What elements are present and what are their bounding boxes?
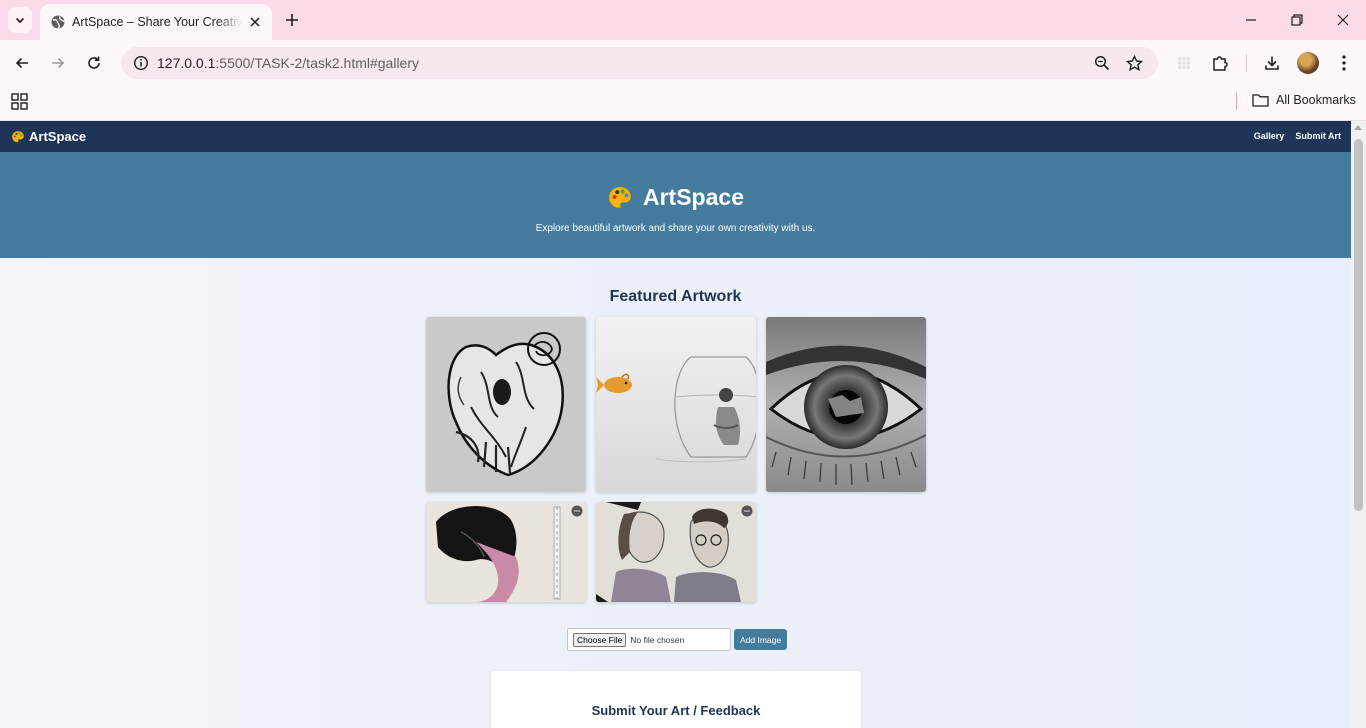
nav-link-gallery[interactable]: Gallery [1254,131,1285,141]
browser-toolbar: 127.0.0.1:5500/TASK-2/task2.html#gallery [0,40,1366,86]
no-file-text: No file chosen [630,634,685,645]
bookmark-star-icon[interactable] [1122,51,1146,75]
page-viewport: ArtSpace Gallery Submit Art ArtSpace Exp… [0,121,1366,728]
palette-icon [609,186,631,208]
restore-icon[interactable] [1285,8,1309,32]
hero-title-text: ArtSpace [643,184,744,210]
palette-icon [12,130,24,142]
minimize-icon[interactable] [1239,8,1263,32]
scrollbar-thumb[interactable] [1354,139,1363,511]
toolbar-separator [1246,54,1247,72]
hero-title: ArtSpace [0,184,1351,211]
add-image-button[interactable]: Add Image [734,629,788,650]
all-bookmarks-button[interactable]: All Bookmarks [1252,90,1356,110]
artwork-heart-sketch[interactable] [426,317,586,492]
gallery-heading: Featured Artwork [609,288,742,305]
site-info-icon[interactable] [129,51,153,75]
tab-title: ArtSpace – Share Your Creativity [72,15,242,29]
upload-controls: Choose File No file chosen Add Image [567,628,788,651]
hero-section: ArtSpace Explore beautiful artwork and s… [0,152,1351,258]
hero-subtitle: Explore beautiful artwork and share your… [535,223,816,234]
zoom-icon[interactable] [1090,51,1114,75]
all-bookmarks-label: All Bookmarks [1276,93,1356,107]
extensions-puzzle-icon[interactable] [1208,51,1232,75]
browser-tab[interactable]: ArtSpace – Share Your Creativity [40,4,272,40]
scroll-up-arrow-icon[interactable] [1354,125,1362,130]
form-title: Submit Your Art / Feedback [591,703,761,718]
close-tab-icon[interactable] [246,13,264,31]
nav-link-submit-art[interactable]: Submit Art [1295,131,1341,141]
reload-icon[interactable] [82,51,106,75]
artwork-fishbowl-sketch[interactable] [596,317,756,492]
download-icon[interactable] [1260,51,1284,75]
profile-avatar[interactable] [1297,52,1319,74]
site-brand[interactable]: ArtSpace [11,129,86,144]
back-arrow-icon[interactable] [10,51,34,75]
address-bar[interactable]: 127.0.0.1:5500/TASK-2/task2.html#gallery [121,47,1158,79]
menu-kebab-icon[interactable] [1332,51,1356,75]
artwork-woman-drawing[interactable] [426,502,586,602]
extension-grid-icon[interactable] [1172,51,1196,75]
nav-links: Gallery Submit Art [1254,131,1341,141]
choose-file-button[interactable]: Choose File [573,632,627,647]
folder-icon [1252,94,1269,107]
submit-form-card: Submit Your Art / Feedback [491,671,861,728]
artwork-couple-sketch[interactable] [596,502,756,602]
bookmarks-bar: All Bookmarks [0,86,1366,121]
globe-icon [51,15,65,29]
apps-grid-icon[interactable] [10,91,30,111]
site-navbar: ArtSpace Gallery Submit Art [0,121,1351,152]
close-window-icon[interactable] [1331,8,1355,32]
url-text[interactable]: 127.0.0.1:5500/TASK-2/task2.html#gallery [157,55,419,71]
brand-name: ArtSpace [29,129,87,144]
browser-tab-bar: ArtSpace – Share Your Creativity [0,0,1366,40]
bookmarks-separator [1236,92,1237,110]
forward-arrow-icon[interactable] [46,51,70,75]
page-scrollbar[interactable] [1351,121,1366,728]
artwork-eye-drawing[interactable] [766,317,926,492]
tab-search-chevron-icon[interactable] [8,7,32,33]
file-input[interactable]: Choose File No file chosen [567,628,731,651]
new-tab-plus-icon[interactable] [282,10,302,30]
